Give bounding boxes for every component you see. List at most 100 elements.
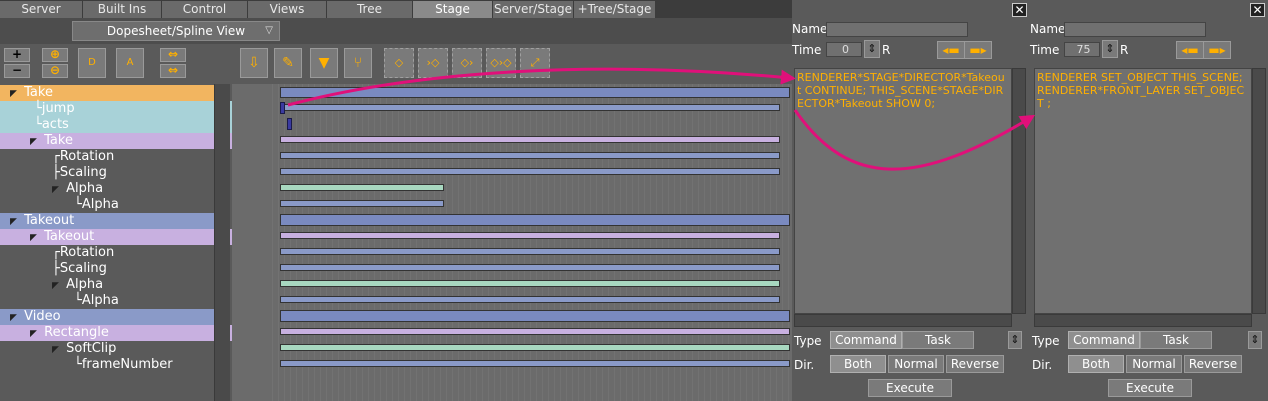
- tree-item-acts[interactable]: └acts: [0, 117, 248, 133]
- tab-tree-stage[interactable]: +Tree/Stage: [574, 1, 656, 18]
- track-bar[interactable]: [280, 136, 780, 143]
- folder-d-button[interactable]: D: [78, 48, 106, 78]
- time-field[interactable]: 0: [826, 42, 862, 57]
- dir-both-button[interactable]: Both: [830, 355, 886, 373]
- type-command-button[interactable]: Command: [1068, 331, 1140, 349]
- name-label: Name: [1030, 22, 1066, 36]
- dir-normal-button[interactable]: Normal: [888, 355, 944, 373]
- track-bar[interactable]: [280, 200, 444, 207]
- track-bar[interactable]: [280, 168, 780, 175]
- tab-stage[interactable]: Stage: [413, 1, 493, 18]
- expand-triangle-icon[interactable]: ◤: [52, 278, 62, 294]
- tree-item-take-actor[interactable]: ◤ Take: [0, 133, 244, 149]
- key-step-icon[interactable]: ›◇: [418, 48, 448, 78]
- time-field[interactable]: 75: [1064, 42, 1100, 57]
- zoom-out-icon[interactable]: ⊖: [42, 64, 68, 78]
- script-text-area[interactable]: RENDERER*STAGE*DIRECTOR*Takeout CONTINUE…: [794, 68, 1012, 314]
- key-point-icon[interactable]: ◇: [384, 48, 414, 78]
- expand-all-icon[interactable]: ⇔: [160, 48, 186, 62]
- track-bar[interactable]: [280, 310, 790, 322]
- track-bar[interactable]: [280, 280, 780, 287]
- track-bar[interactable]: [280, 104, 780, 111]
- prev-key-icon[interactable]: ◂▬: [937, 41, 965, 59]
- time-stepper[interactable]: ⇕: [864, 40, 880, 58]
- script-vscrollbar[interactable]: [1252, 68, 1266, 314]
- tree-item-takeout-director[interactable]: ◤ Takeout: [0, 213, 224, 229]
- collapse-all-icon[interactable]: ⇔: [160, 64, 186, 78]
- tag-icon[interactable]: ⑂: [344, 48, 372, 78]
- tree-scrollbar[interactable]: [214, 84, 230, 401]
- options-icon[interactable]: ⇕: [1248, 331, 1262, 349]
- track-bar[interactable]: [280, 248, 780, 255]
- prev-key-icon[interactable]: ◂▬: [1176, 41, 1204, 59]
- timeline-track-area[interactable]: [272, 84, 792, 401]
- script-vscrollbar[interactable]: [1012, 68, 1026, 314]
- folder-a-button[interactable]: A: [116, 48, 144, 78]
- relative-toggle[interactable]: R: [882, 43, 890, 57]
- tree-item-video-director[interactable]: ◤ Video: [0, 309, 224, 325]
- collapse-button[interactable]: −: [4, 64, 30, 78]
- time-stepper[interactable]: ⇕: [1102, 40, 1118, 58]
- track-bar[interactable]: [280, 184, 444, 191]
- tab-tree[interactable]: Tree: [327, 1, 413, 18]
- dir-normal-button[interactable]: Normal: [1126, 355, 1182, 373]
- script-hscrollbar[interactable]: [1034, 314, 1252, 327]
- track-bar[interactable]: [280, 232, 780, 239]
- expand-triangle-icon[interactable]: ◤: [52, 182, 62, 198]
- expand-triangle-icon[interactable]: ◤: [10, 310, 20, 326]
- dir-label: Dir.: [1032, 358, 1053, 372]
- track-bar[interactable]: [280, 328, 790, 335]
- type-command-button[interactable]: Command: [830, 331, 902, 349]
- view-selector-dropdown[interactable]: Dopesheet/Spline View ▽: [72, 21, 280, 41]
- execute-button[interactable]: Execute: [1108, 379, 1192, 397]
- relative-toggle[interactable]: R: [1120, 43, 1128, 57]
- tree-item-jump[interactable]: └jump: [0, 101, 248, 117]
- track-bar[interactable]: [280, 214, 790, 226]
- expand-triangle-icon[interactable]: ◤: [10, 214, 20, 230]
- tab-control[interactable]: Control: [162, 1, 248, 18]
- tree-item-takeout-actor[interactable]: ◤ Takeout: [0, 229, 244, 245]
- close-icon[interactable]: ✕: [1250, 3, 1265, 17]
- type-task-button[interactable]: Task: [902, 331, 974, 349]
- dir-reverse-button[interactable]: Reverse: [1184, 355, 1242, 373]
- track-bar[interactable]: [280, 87, 790, 98]
- tab-views[interactable]: Views: [248, 1, 327, 18]
- keyframe-handle[interactable]: [280, 102, 285, 114]
- script-text-area[interactable]: RENDERER SET_OBJECT THIS_SCENE; RENDERER…: [1034, 68, 1252, 314]
- expand-triangle-icon[interactable]: ◤: [52, 342, 62, 358]
- next-key-icon[interactable]: ▬▸: [1203, 41, 1231, 59]
- name-field[interactable]: [826, 22, 968, 37]
- keyframe-handle[interactable]: [287, 118, 292, 130]
- expand-triangle-icon[interactable]: ◤: [30, 230, 40, 246]
- curve-icon[interactable]: ⤢: [520, 48, 550, 78]
- tab-built-ins[interactable]: Built Ins: [83, 1, 162, 18]
- zoom-in-icon[interactable]: ⊕: [42, 48, 68, 62]
- tree-item-rectangle-actor[interactable]: ◤ Rectangle: [0, 325, 244, 341]
- dir-reverse-button[interactable]: Reverse: [946, 355, 1004, 373]
- key-spline-icon[interactable]: ◇›◇: [486, 48, 516, 78]
- options-icon[interactable]: ⇕: [1008, 331, 1022, 349]
- type-task-button[interactable]: Task: [1140, 331, 1212, 349]
- execute-button[interactable]: Execute: [868, 379, 952, 397]
- expand-button[interactable]: +: [4, 48, 30, 62]
- expand-triangle-icon[interactable]: ◤: [30, 326, 40, 342]
- dir-both-button[interactable]: Both: [1068, 355, 1124, 373]
- key-linear-icon[interactable]: ◇›: [452, 48, 482, 78]
- track-bar[interactable]: [280, 264, 780, 271]
- close-icon[interactable]: ✕: [1012, 3, 1027, 17]
- expand-triangle-icon[interactable]: ◤: [30, 134, 40, 150]
- track-bar[interactable]: [280, 344, 790, 351]
- next-key-icon[interactable]: ▬▸: [964, 41, 992, 59]
- expand-triangle-icon[interactable]: ◤: [10, 86, 20, 102]
- script-hscrollbar[interactable]: [794, 314, 1012, 327]
- track-bar[interactable]: [280, 360, 790, 367]
- name-field[interactable]: [1064, 22, 1206, 37]
- tab-server[interactable]: Server: [0, 1, 83, 18]
- keyframe-pin-icon[interactable]: ⇩: [240, 48, 268, 78]
- track-bar[interactable]: [280, 152, 780, 159]
- track-bar[interactable]: [280, 296, 780, 303]
- tree-item-take-director[interactable]: ◤ Take: [0, 85, 224, 101]
- key-edit-icon[interactable]: ✎: [274, 48, 302, 78]
- stop-point-icon[interactable]: ▼: [310, 48, 338, 78]
- tab-server-stage[interactable]: Server/Stage: [493, 1, 574, 18]
